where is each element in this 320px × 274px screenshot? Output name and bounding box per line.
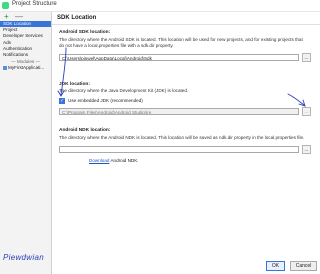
arrow-to-jdk-browse xyxy=(287,93,305,106)
cancel-button[interactable]: Cancel xyxy=(290,261,317,271)
handwritten-signature: Piewdwian xyxy=(3,253,44,262)
ok-button[interactable]: OK xyxy=(266,261,285,271)
arrow-to-jdk-checkbox xyxy=(60,47,67,96)
annotation-arrows xyxy=(57,47,306,107)
